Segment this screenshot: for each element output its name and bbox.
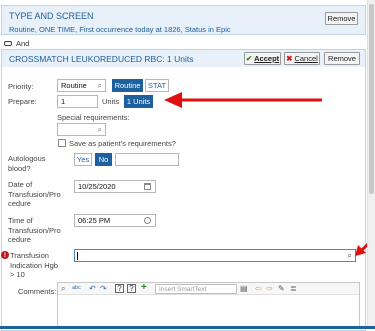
time-label: Time of Transfusion/Pro cedure: [8, 216, 61, 245]
cancel-label: Cancel: [294, 54, 318, 63]
autologous-label-line: blood?: [8, 163, 31, 173]
time-label-line: cedure: [8, 235, 31, 244]
priority-routine-button[interactable]: Routine: [112, 79, 143, 92]
indication-label-line: > 10: [10, 270, 25, 279]
type-screen-remove-button[interactable]: Remove: [325, 12, 358, 25]
special-requirements-label: Special requirements:: [57, 113, 130, 122]
help-icon[interactable]: ?: [127, 284, 136, 293]
date-label-line: Transfusion/Pro: [8, 189, 61, 199]
autologous-label-line: Autologous: [8, 154, 46, 163]
autologous-label: Autologous blood?: [8, 154, 46, 173]
smarttext-input[interactable]: Insert SmartText: [155, 284, 237, 294]
and-connector: And: [4, 38, 29, 48]
autologous-yes-button[interactable]: Yes: [74, 153, 92, 166]
clock-icon[interactable]: [144, 217, 151, 224]
search-icon[interactable]: ⌕: [348, 251, 352, 261]
link-icon: [4, 40, 12, 46]
search-icon: ⌕: [97, 81, 102, 90]
save-requirements-checkbox[interactable]: [58, 139, 66, 147]
smarttext-list-icon[interactable]: ▤: [240, 284, 248, 294]
smarttext-placeholder: Insert SmartText: [159, 285, 207, 293]
accept-label: Accept: [254, 54, 280, 63]
autologous-comment-input[interactable]: [115, 153, 179, 166]
order-remove-button[interactable]: Remove: [324, 52, 360, 65]
search-icon[interactable]: ⌕: [61, 284, 65, 294]
save-requirements-label: Save as patient's requirements?: [69, 139, 176, 148]
date-label: Date of Transfusion/Pro cedure: [8, 180, 61, 209]
priority-input[interactable]: Routine ⌕: [57, 79, 106, 92]
date-label-line: cedure: [8, 199, 31, 208]
arrow-head: [164, 92, 182, 108]
cancel-button[interactable]: ✖ Cancel: [284, 52, 320, 65]
prepare-1-units-button[interactable]: 1 Units: [124, 95, 153, 108]
redo-icon[interactable]: ↷: [100, 284, 107, 294]
scrollbar-thumb[interactable]: [369, 4, 374, 194]
indication-label-line: Transfusion: [10, 251, 49, 260]
indication-input[interactable]: ⌕: [74, 249, 356, 262]
autologous-no-button[interactable]: No: [95, 153, 112, 166]
type-screen-title: TYPE AND SCREEN: [9, 11, 94, 21]
priority-value: Routine: [61, 81, 87, 90]
previous-field-icon[interactable]: ⇦: [255, 284, 262, 294]
date-value: 10/25/2020: [78, 182, 116, 191]
prepare-label: Prepare:: [8, 97, 37, 106]
scrollbar[interactable]: [367, 0, 375, 329]
time-label-line: Time of: [8, 216, 33, 225]
order-title: CROSSMATCH LEUKOREDUCED RBC: 1 Units: [9, 54, 194, 64]
search-icon: ⌕: [97, 125, 102, 134]
prepare-unit-label: Units: [102, 97, 120, 106]
type-screen-detail: Routine, ONE TIME, First occurrence toda…: [9, 25, 231, 34]
date-input[interactable]: 10/25/2020: [74, 180, 156, 193]
help-icon[interactable]: ?: [115, 284, 124, 293]
indication-label: Transfusion Indication Hgb > 10: [10, 251, 58, 280]
add-icon[interactable]: +: [141, 283, 147, 293]
accept-button[interactable]: ✔ Accept: [244, 52, 281, 65]
type-screen-panel: TYPE AND SCREEN Routine, ONE TIME, First…: [1, 5, 366, 35]
checkmark-icon: ✔: [245, 54, 253, 63]
insert-icon[interactable]: ≣: [290, 284, 297, 294]
date-label-line: Date of: [8, 180, 33, 189]
special-requirements-input[interactable]: ⌕: [57, 123, 106, 136]
cancel-x-icon: ✖: [286, 54, 293, 63]
edit-link-icon[interactable]: ✎: [278, 284, 285, 294]
comments-label: Comments:: [18, 287, 57, 296]
and-label: And: [16, 38, 30, 48]
undo-icon[interactable]: ↶: [89, 284, 96, 294]
indication-label-line: Indication Hgb: [10, 260, 58, 270]
text-cursor: [77, 252, 78, 260]
time-label-line: Transfusion/Pro: [8, 225, 61, 235]
next-field-icon[interactable]: ⇨: [266, 284, 273, 294]
calendar-icon[interactable]: [144, 183, 151, 190]
order-title-bar: CROSSMATCH LEUKOREDUCED RBC: 1 Units ✔ A…: [2, 50, 365, 67]
time-value: 06:25 PM: [78, 216, 111, 225]
time-input[interactable]: 06:25 PM: [74, 214, 156, 227]
required-icon: !: [1, 251, 9, 259]
arrow-indicator: [164, 92, 322, 108]
prepare-quantity-input[interactable]: 1: [57, 95, 98, 108]
spellcheck-icon[interactable]: ᵃᵇᶜ: [72, 284, 81, 294]
priority-label: Priority:: [8, 82, 34, 91]
